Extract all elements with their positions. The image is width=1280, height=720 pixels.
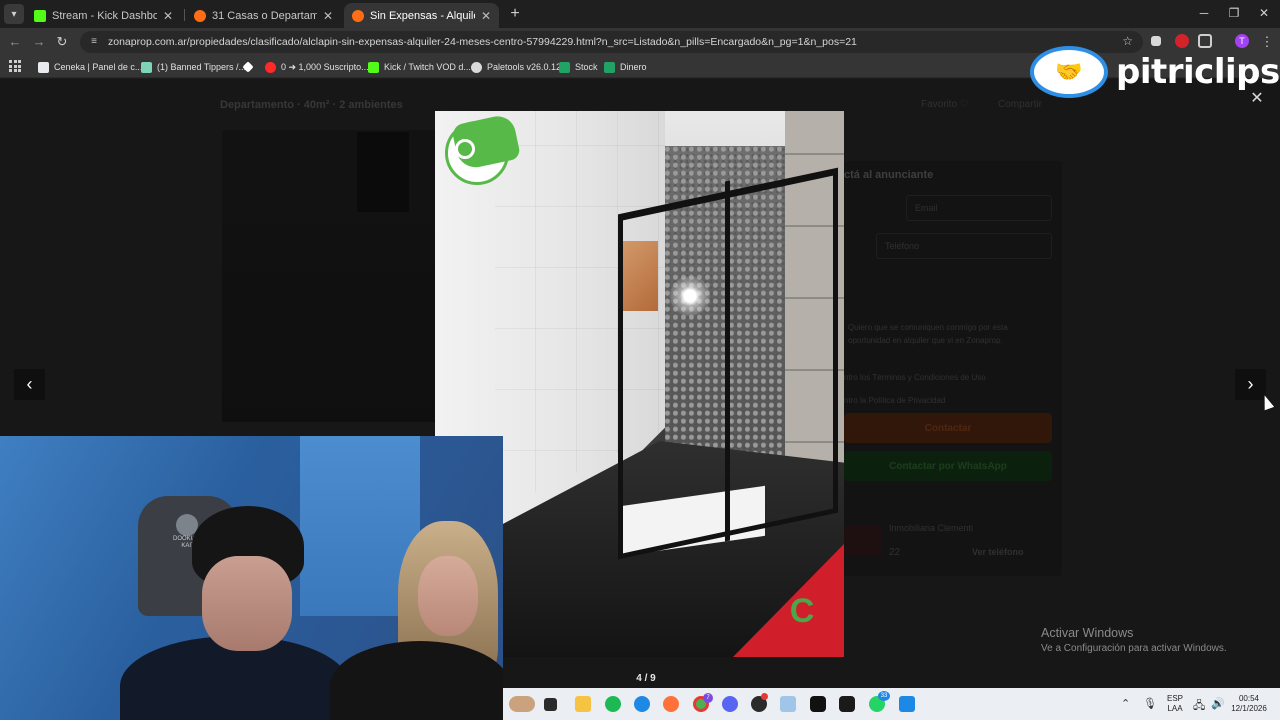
- back-button[interactable]: ←: [6, 33, 24, 51]
- bookmark-dinero[interactable]: Dinero: [604, 60, 647, 74]
- tab-title: Stream - Kick Dashboard: [52, 9, 157, 22]
- clock-date: 12/1/2026: [1231, 704, 1267, 713]
- bookmark-label: Ceneka | Panel de c...: [54, 62, 143, 72]
- bookmark-label: Paletools v26.0.12: [487, 62, 562, 72]
- bookmark-youtube[interactable]: 0 ➜ 1,000 Suscripto...: [265, 60, 369, 74]
- zonaprop-icon: [352, 9, 364, 22]
- address-bar[interactable]: ≡ zonaprop.com.ar/propiedades/clasificad…: [80, 31, 1143, 53]
- tab-search-button[interactable]: ▾: [4, 4, 24, 24]
- tab-title: Sin Expensas - Alquiler 24 Mes: [370, 9, 475, 22]
- apps-grid-icon[interactable]: [9, 60, 21, 72]
- sheets-icon: [559, 61, 570, 73]
- windows-taskbar: 7 33 ⌃ 🎙 ESP LAA 🖧 🔊 00:54 12/1/2026: [503, 688, 1280, 720]
- kick-icon: [368, 61, 379, 73]
- weather-widget-icon[interactable]: [509, 696, 535, 712]
- whatsapp-badge: 33: [878, 691, 890, 701]
- tab-strip: ▾ Stream - Kick Dashboard ✕ 31 Casas o D…: [0, 0, 1280, 28]
- file-explorer-icon[interactable]: [575, 696, 591, 712]
- clock-time: 00:54: [1238, 694, 1260, 703]
- bookmark-label: Kick / Twitch VOD d...: [384, 62, 471, 72]
- close-icon[interactable]: ✕: [163, 9, 173, 23]
- gallery-counter: 4 / 9: [636, 673, 656, 684]
- webcam-overlay: DOOKU by KAIT: [0, 436, 503, 720]
- bookmark-banned-tippers[interactable]: (1) Banned Tippers /...: [141, 60, 246, 74]
- photo-shower-door: [725, 180, 730, 542]
- network-icon[interactable]: 🖧: [1193, 697, 1205, 716]
- bookmark-label: Stock: [575, 62, 598, 72]
- restore-button[interactable]: ❐: [1226, 6, 1242, 20]
- edge-icon[interactable]: [634, 696, 650, 712]
- url-text[interactable]: zonaprop.com.ar/propiedades/clasificado/…: [108, 36, 857, 48]
- chevron-right-icon: ›: [1247, 374, 1254, 394]
- kick-icon: [34, 9, 46, 22]
- activate-title: Activar Windows: [1041, 626, 1134, 640]
- app-window-icon[interactable]: [780, 696, 796, 712]
- activate-subtitle: Ve a Configuración para activar Windows.: [1041, 643, 1227, 654]
- tab-separator: [184, 9, 185, 21]
- key-icon: [455, 139, 475, 159]
- bookmark-kick-vod[interactable]: Kick / Twitch VOD d...: [368, 60, 471, 74]
- ceneka-icon: [38, 61, 49, 73]
- language-indicator[interactable]: ESP LAA: [1165, 694, 1185, 714]
- reload-button[interactable]: ↻: [53, 33, 71, 51]
- firefox-icon[interactable]: [663, 696, 679, 712]
- bookmark-paletools[interactable]: Paletools v26.0.12: [471, 60, 561, 74]
- close-icon[interactable]: ✕: [481, 9, 491, 23]
- tab-zonaprop-listado[interactable]: 31 Casas o Departamentos hast ✕: [186, 3, 341, 28]
- new-tab-button[interactable]: +: [506, 5, 524, 23]
- chrome-badge: 7: [703, 693, 713, 703]
- bookmark-label: 0 ➜ 1,000 Suscripto...: [281, 61, 369, 72]
- pitriclips-watermark: 🤝 pitriclips: [1030, 46, 1280, 98]
- bookmark-label: Dinero: [620, 62, 647, 72]
- globe-icon: [471, 61, 482, 73]
- minimize-button[interactable]: ─: [1196, 6, 1212, 20]
- streamer-face: [202, 556, 292, 651]
- chevron-left-icon: ‹: [26, 374, 33, 394]
- close-window-button[interactable]: ✕: [1256, 6, 1272, 20]
- close-icon[interactable]: ✕: [323, 9, 333, 23]
- extension-icon[interactable]: [1151, 36, 1161, 46]
- capcut-icon[interactable]: [839, 696, 855, 712]
- tippers-icon: [141, 61, 152, 73]
- guest-body: [330, 641, 503, 720]
- sheets-icon: [604, 61, 615, 73]
- tiktok-icon[interactable]: [810, 696, 826, 712]
- task-view-icon[interactable]: [544, 698, 557, 711]
- zonaprop-icon: [194, 9, 206, 22]
- clock[interactable]: 00:54 12/1/2026: [1227, 694, 1271, 714]
- microphone-icon[interactable]: 🎙: [1143, 697, 1157, 710]
- spotify-icon[interactable]: [605, 696, 621, 712]
- guest-face: [418, 556, 478, 636]
- forward-button[interactable]: →: [30, 33, 48, 51]
- youtube-icon: [265, 61, 276, 73]
- tab-title: 31 Casas o Departamentos hast: [212, 9, 317, 22]
- activate-windows-notice: Activar Windows Ve a Configuración para …: [1041, 626, 1227, 654]
- lang-line2: LAA: [1167, 704, 1183, 713]
- bookmark-unnamed[interactable]: [242, 60, 257, 74]
- volume-icon[interactable]: 🔊: [1211, 697, 1225, 710]
- diamond-icon: [242, 61, 254, 73]
- c-logo-icon: C: [789, 592, 815, 630]
- chevron-up-icon[interactable]: ⌃: [1121, 697, 1130, 710]
- obs-recording-dot: [761, 693, 768, 700]
- bookmark-ceneka[interactable]: Ceneka | Panel de c...: [38, 60, 142, 74]
- gallery-prev-button[interactable]: ‹: [14, 369, 45, 400]
- site-info-icon[interactable]: ≡: [88, 36, 100, 48]
- discord-icon[interactable]: [722, 696, 738, 712]
- bookmark-label: (1) Banned Tippers /...: [157, 62, 247, 72]
- brand-name: pitriclips: [1116, 52, 1280, 92]
- app-blue-icon[interactable]: [899, 696, 915, 712]
- handshake-icon: 🤝: [1030, 46, 1108, 98]
- bookmark-stock[interactable]: Stock: [559, 60, 598, 74]
- tab-zonaprop-listing[interactable]: Sin Expensas - Alquiler 24 Mes ✕: [344, 3, 499, 28]
- tab-kick-dashboard[interactable]: Stream - Kick Dashboard ✕: [26, 3, 181, 28]
- lang-line1: ESP: [1166, 694, 1183, 703]
